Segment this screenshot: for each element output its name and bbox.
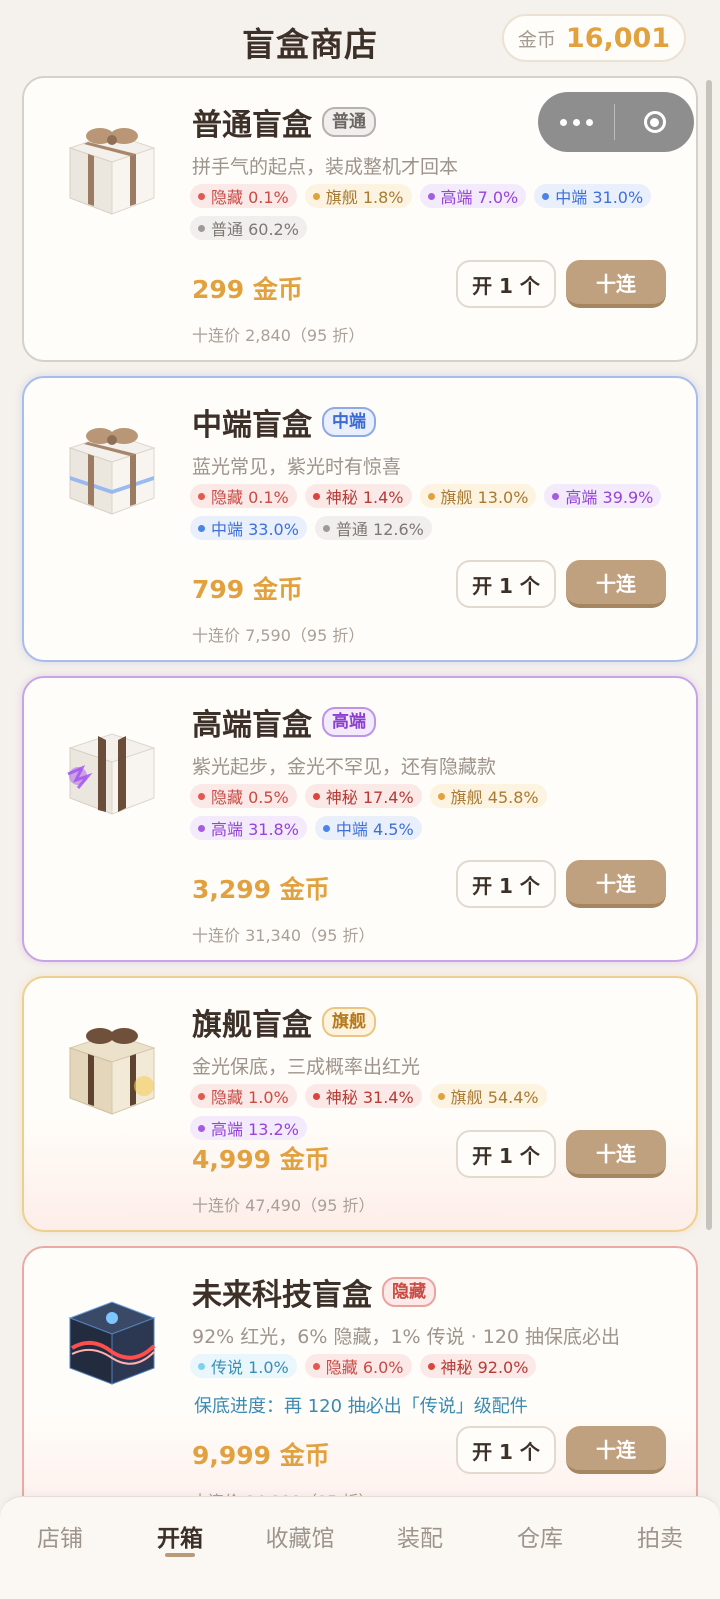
- odds-pill-mid: 中端 4.5%: [314, 816, 422, 840]
- tab-warehouse[interactable]: 仓库: [480, 1497, 600, 1599]
- odds-pill-hidden: 隐藏 6.0%: [304, 1354, 412, 1378]
- tab-auction[interactable]: 拍卖: [600, 1497, 720, 1599]
- tab-collection[interactable]: 收藏馆: [240, 1497, 360, 1599]
- odds-pill-mid: 中端 33.0%: [190, 516, 307, 540]
- open-ten-button[interactable]: 十连: [566, 1130, 666, 1178]
- box-description: 紫光起步，金光不罕见，还有隐藏款: [192, 756, 497, 778]
- odds-pill-normal: 普通 60.2%: [190, 216, 307, 240]
- open-one-button[interactable]: 开 1 个: [456, 560, 556, 608]
- tier-badge: 中端: [322, 407, 376, 437]
- open-one-button[interactable]: 开 1 个: [456, 1130, 556, 1178]
- scrollbar[interactable]: [706, 80, 712, 1230]
- box-price: 299 金币: [192, 275, 303, 304]
- bottom-nav: 店铺 开箱 收藏馆 装配 仓库 拍卖: [0, 1496, 720, 1599]
- odds-list: 隐藏 0.1% 旗舰 1.8% 高端 7.0% 中端 31.0% 普通 60.2…: [190, 184, 670, 240]
- active-tab-indicator: [165, 1553, 195, 1557]
- tier-badge: 普通: [322, 107, 376, 137]
- odds-pill-flagship: 旗舰 45.8%: [429, 784, 547, 808]
- open-one-button[interactable]: 开 1 个: [456, 1426, 556, 1474]
- odds-pill-flagship: 旗舰 13.0%: [419, 484, 537, 508]
- open-ten-button[interactable]: 十连: [566, 260, 666, 308]
- odds-pill-mystic: 神秘 1.4%: [304, 484, 412, 508]
- box-description: 金光保底，三成概率出红光: [192, 1056, 421, 1078]
- box-price: 799 金币: [192, 575, 303, 604]
- box-price: 4,999 金币: [192, 1145, 330, 1174]
- tab-open-box[interactable]: 开箱: [120, 1497, 240, 1599]
- odds-pill-high: 高端 31.8%: [190, 816, 307, 840]
- open-ten-button[interactable]: 十连: [566, 1426, 666, 1474]
- box-title: 高端盲盒: [192, 708, 312, 743]
- odds-list: 隐藏 0.1% 神秘 1.4% 旗舰 13.0% 高端 39.9% 中端 33.…: [190, 484, 670, 540]
- tech-box-icon: [68, 1301, 156, 1385]
- box-title: 旗舰盲盒: [192, 1008, 312, 1043]
- open-ten-button[interactable]: 十连: [566, 860, 666, 908]
- tab-label: 开箱: [157, 1526, 203, 1552]
- box-card-flagship: 旗舰盲盒 旗舰 金光保底，三成概率出红光 隐藏 1.0% 神秘 31.4% 旗舰…: [22, 976, 698, 1232]
- tier-badge: 旗舰: [322, 1007, 376, 1037]
- odds-pill-mystic: 神秘 17.4%: [304, 784, 422, 808]
- odds-pill-flagship: 旗舰 54.4%: [429, 1084, 547, 1108]
- box-description: 92% 红光，6% 隐藏，1% 传说 · 120 抽保底必出: [192, 1326, 621, 1348]
- odds-pill-legend: 传说 1.0%: [190, 1354, 297, 1378]
- tab-label: 店铺: [37, 1526, 83, 1552]
- coin-value: 16,001: [565, 22, 671, 54]
- tab-label: 仓库: [517, 1526, 563, 1552]
- tier-badge: 高端: [322, 707, 376, 737]
- ten-pull-price: 十连价 47,490（95 折）: [192, 1196, 375, 1215]
- odds-pill-high: 高端 39.9%: [544, 484, 662, 508]
- odds-pill-normal: 普通 12.6%: [314, 516, 432, 540]
- odds-pill-mystic: 神秘 31.4%: [304, 1084, 422, 1108]
- coin-label: 金币: [517, 28, 556, 51]
- ten-pull-price: 十连价 2,840（95 折）: [192, 326, 365, 345]
- gift-box-icon: [68, 128, 156, 215]
- odds-list: 传说 1.0% 隐藏 6.0% 神秘 92.0%: [190, 1354, 670, 1378]
- ten-pull-price: 十连价 7,590（95 折）: [192, 626, 365, 645]
- miniprogram-capsule: [538, 92, 694, 152]
- coin-balance: 金币 16,001: [502, 14, 686, 62]
- odds-pill-hidden: 隐藏 0.1%: [190, 484, 297, 508]
- open-one-button[interactable]: 开 1 个: [456, 860, 556, 908]
- gift-box-icon: [68, 428, 156, 515]
- tab-label: 装配: [397, 1526, 443, 1552]
- odds-pill-flagship: 旗舰 1.8%: [304, 184, 412, 208]
- odds-pill-high: 高端 7.0%: [419, 184, 527, 208]
- tab-assemble[interactable]: 装配: [360, 1497, 480, 1599]
- open-ten-button[interactable]: 十连: [566, 560, 666, 608]
- box-title: 未来科技盲盒: [192, 1278, 372, 1313]
- box-card-mid: 中端盲盒 中端 蓝光常见，紫光时有惊喜 隐藏 0.1% 神秘 1.4% 旗舰 1…: [22, 376, 698, 662]
- more-icon[interactable]: [538, 92, 614, 152]
- box-title: 中端盲盒: [192, 408, 312, 443]
- odds-pill-hidden: 隐藏 0.1%: [190, 184, 297, 208]
- tab-shop[interactable]: 店铺: [0, 1497, 120, 1599]
- box-title: 普通盲盒: [192, 108, 312, 143]
- open-one-button[interactable]: 开 1 个: [456, 260, 556, 308]
- odds-pill-hidden: 隐藏 1.0%: [190, 1084, 297, 1108]
- header: 盲盒商店 金币 16,001: [0, 0, 720, 80]
- odds-pill-mystic: 神秘 92.0%: [419, 1354, 537, 1378]
- tier-badge: 隐藏: [382, 1277, 436, 1307]
- box-description: 拼手气的起点，装成整机才回本: [192, 156, 459, 178]
- box-price: 9,999 金币: [192, 1441, 330, 1470]
- ten-pull-price: 十连价 31,340（95 折）: [192, 926, 375, 945]
- odds-list: 隐藏 0.5% 神秘 17.4% 旗舰 45.8% 高端 31.8% 中端 4.…: [190, 784, 670, 840]
- gift-box-icon: [67, 733, 156, 815]
- tab-label: 拍卖: [637, 1526, 683, 1552]
- pity-progress: 保底进度：再 120 抽必出「传说」级配件: [194, 1396, 528, 1417]
- box-description: 蓝光常见，紫光时有惊喜: [192, 456, 402, 478]
- box-price: 3,299 金币: [192, 875, 330, 904]
- odds-pill-mid: 中端 31.0%: [534, 184, 652, 208]
- gift-box-icon: [68, 1028, 156, 1115]
- tab-label: 收藏馆: [265, 1526, 335, 1552]
- close-icon[interactable]: [615, 111, 694, 133]
- box-card-future-tech: 未来科技盲盒 隐藏 92% 红光，6% 隐藏，1% 传说 · 120 抽保底必出…: [22, 1246, 698, 1526]
- box-card-high: 高端盲盒 高端 紫光起步，金光不罕见，还有隐藏款 隐藏 0.5% 神秘 17.4…: [22, 676, 698, 962]
- odds-pill-high: 高端 13.2%: [190, 1116, 307, 1140]
- odds-pill-hidden: 隐藏 0.5%: [190, 784, 297, 808]
